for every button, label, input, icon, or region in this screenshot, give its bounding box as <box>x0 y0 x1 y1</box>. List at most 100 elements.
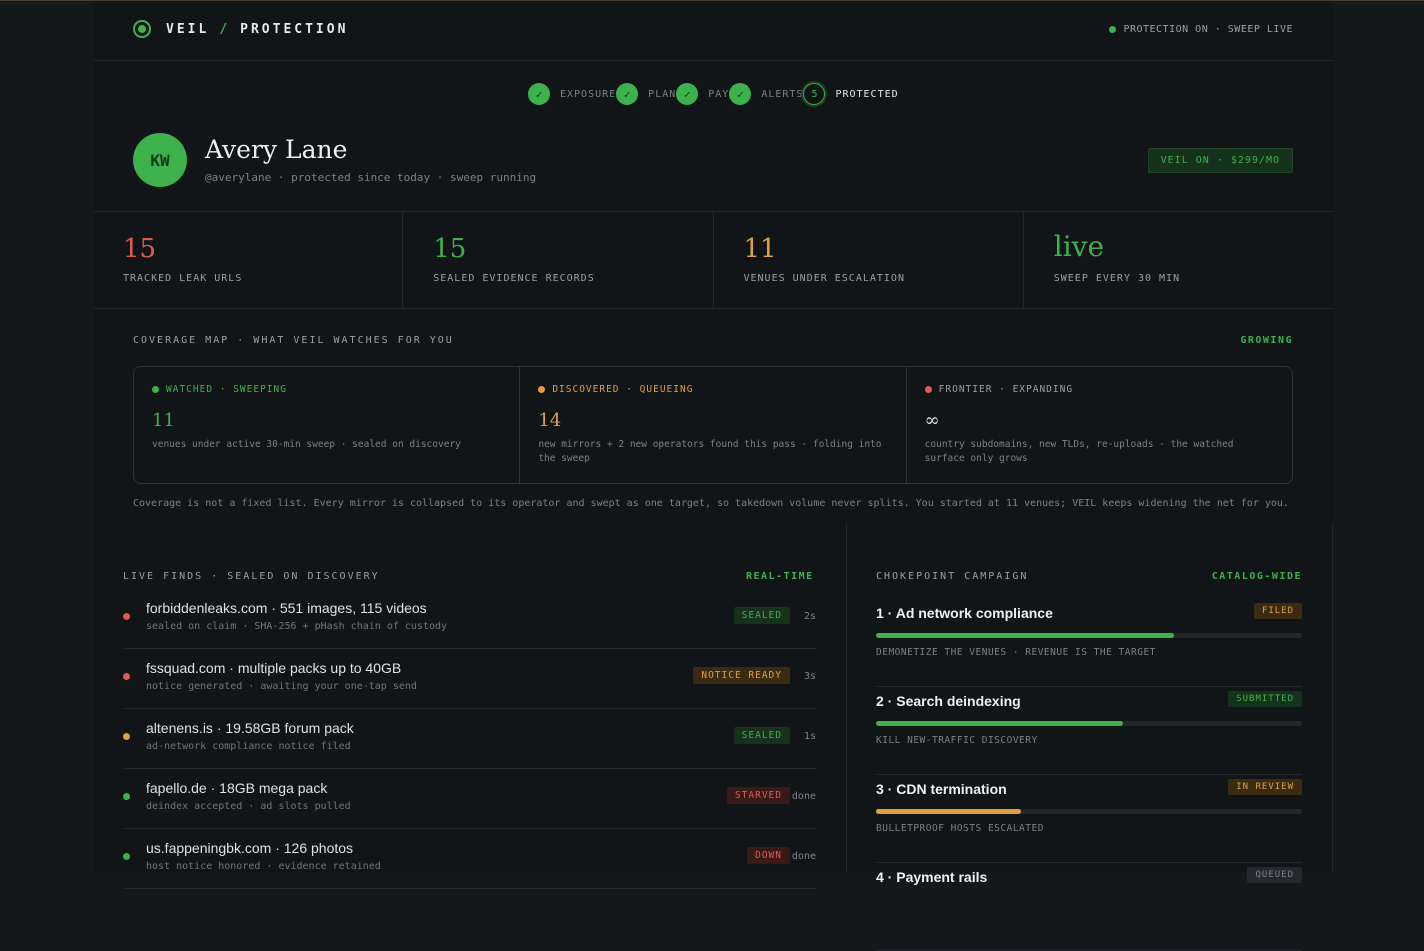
stat-label: SEALED EVIDENCE RECORDS <box>433 273 595 284</box>
status-badge: FILED <box>1253 603 1302 619</box>
list-item[interactable]: altenens.is · 19.58GB forum pack ad-netw… <box>123 709 816 769</box>
step-plan[interactable]: ✓ PLAN <box>616 83 676 105</box>
protection-status: PROTECTION ON · SWEEP LIVE <box>1109 24 1293 35</box>
stat-label: TRACKED LEAK URLS <box>123 273 243 284</box>
coverage-note: Coverage is not a fixed list. Every mirr… <box>133 498 1289 509</box>
stat-value: 15 <box>433 234 467 264</box>
status-dot-icon <box>123 793 130 800</box>
plan-badge[interactable]: VEIL ON · $299/MO <box>1147 148 1293 173</box>
find-time: 2s <box>803 611 816 622</box>
progress-bar <box>876 721 1302 726</box>
coverage-value: 11 <box>152 410 175 431</box>
find-title: forbiddenleaks.com · 551 images, 115 vid… <box>146 600 427 616</box>
find-subtitle: deindex accepted · ad slots pulled <box>146 801 351 812</box>
find-title: altenens.is · 19.58GB forum pack <box>146 720 354 736</box>
coverage-desc: venues under active 30-min sweep · seale… <box>152 439 461 450</box>
campaign-item-title: 1 · Ad network compliance <box>876 605 1053 621</box>
step-pay[interactable]: ✓ PAY <box>676 83 729 105</box>
step-exposure[interactable]: ✓ EXPOSURE <box>528 83 616 105</box>
campaign-item-subtitle: BULLETPROOF HOSTS ESCALATED <box>876 823 1044 834</box>
status-badge: SUBMITTED <box>1228 691 1302 707</box>
campaign-item-subtitle: DEMONETIZE THE VENUES · REVENUE IS THE T… <box>876 647 1156 658</box>
coverage-desc: new mirrors + 2 new operators found this… <box>538 439 882 464</box>
status-dot-icon <box>123 853 130 860</box>
list-item[interactable]: fssquad.com · multiple packs up to 40GB … <box>123 649 816 709</box>
coverage-header-text: DISCOVERED · QUEUEING <box>552 384 694 395</box>
status-dot-icon <box>123 613 130 620</box>
page: VEIL / PROTECTION PROTECTION ON · SWEEP LI… <box>0 0 1424 951</box>
status-dot-icon <box>123 733 130 740</box>
step-label: PLAN <box>648 88 677 100</box>
live-finds-list: forbiddenleaks.com · 551 images, 115 vid… <box>123 589 816 889</box>
progress-fill <box>876 633 1175 638</box>
avatar: KW <box>133 133 187 187</box>
coverage-tag: GROWING <box>1240 335 1293 346</box>
step-protected[interactable]: 5 PROTECTED <box>803 83 898 105</box>
stat-label: SWEEP EVERY 30 MIN <box>1053 273 1181 284</box>
stat-value: 11 <box>743 234 777 264</box>
live-finds-tag: REAL-TIME <box>746 571 814 582</box>
find-title: us.fappeningbk.com · 126 photos <box>146 840 354 856</box>
progress-fill <box>876 809 1021 814</box>
stat-label: VENUES UNDER ESCALATION <box>743 273 905 284</box>
find-time: done <box>791 851 816 862</box>
progress-fill <box>876 721 1124 726</box>
find-subtitle: ad-network compliance notice filed <box>146 741 351 752</box>
coverage-watched[interactable]: WATCHED · SWEEPING 11 venues under activ… <box>134 367 521 483</box>
coverage-value: ∞ <box>924 410 940 431</box>
find-title: fapello.de · 18GB mega pack <box>146 780 328 796</box>
campaign-item-title: 3 · CDN termination <box>876 781 1007 797</box>
column-divider <box>1332 523 1333 872</box>
check-icon: ✓ <box>676 83 699 105</box>
status-dot-icon <box>924 386 932 393</box>
check-icon: ✓ <box>616 83 639 105</box>
stat-value: 15 <box>123 234 157 264</box>
stat-venues-escalation: 11 VENUES UNDER ESCALATION <box>714 212 1024 308</box>
step-alerts[interactable]: ✓ ALERTS <box>729 83 803 105</box>
coverage-value: 14 <box>538 410 562 431</box>
stat-value: live <box>1053 230 1105 263</box>
stat-sweep: live SWEEP EVERY 30 MIN <box>1024 212 1333 308</box>
status-dot-icon <box>123 673 130 680</box>
coverage-title: COVERAGE MAP · WHAT VEIL WATCHES FOR YOU <box>133 335 454 346</box>
coverage-header: DISCOVERED · QUEUEING <box>538 384 693 395</box>
progress-bar <box>876 633 1302 638</box>
campaign-item[interactable]: 2 · Search deindexing SUBMITTED KILL NEW… <box>876 687 1302 775</box>
brand-separator: / <box>219 22 231 37</box>
status-badge: NOTICE READY <box>693 667 790 684</box>
status-dot-icon <box>538 386 546 393</box>
list-item[interactable]: us.fappeningbk.com · 126 photos host not… <box>123 829 816 889</box>
find-subtitle: notice generated · awaiting your one-tap… <box>146 681 417 692</box>
profile-name: Avery Lane <box>205 135 348 164</box>
step-label: PROTECTED <box>835 88 899 100</box>
status-badge: SEALED <box>733 727 790 744</box>
coverage-frontier[interactable]: FRONTIER · EXPANDING ∞ country subdomain… <box>907 367 1292 483</box>
campaign-tag: CATALOG-WIDE <box>1211 571 1302 582</box>
campaign-item[interactable]: 4 · Payment rails QUEUED <box>876 863 1302 951</box>
campaign-item-title: 4 · Payment rails <box>876 869 988 885</box>
coverage-discovered[interactable]: DISCOVERED · QUEUEING 14 new mirrors + 2… <box>520 367 907 483</box>
check-icon: ✓ <box>729 83 752 105</box>
step-label: EXPOSURE <box>560 88 617 100</box>
coverage-header-text: FRONTIER · EXPANDING <box>938 384 1074 395</box>
campaign-item[interactable]: 3 · CDN termination IN REVIEW BULLETPROO… <box>876 775 1302 863</box>
column-divider <box>846 523 847 872</box>
step-label: PAY <box>708 88 730 100</box>
status-dot-icon <box>152 386 159 393</box>
coverage-desc: country subdomains, new TLDs, re-uploads… <box>924 439 1234 464</box>
live-finds-title: LIVE FINDS · SEALED ON DISCOVERY <box>123 571 380 582</box>
onboarding-stepper: ✓ EXPOSURE ✓ PLAN ✓ PAY ✓ ALERTS 5 PROTE… <box>528 83 899 105</box>
campaign-item[interactable]: 1 · Ad network compliance FILED DEMONETI… <box>876 599 1302 687</box>
list-item[interactable]: fapello.de · 18GB mega pack deindex acce… <box>123 769 816 829</box>
progress-bar <box>876 809 1302 814</box>
list-item[interactable]: forbiddenleaks.com · 551 images, 115 vid… <box>123 589 816 649</box>
brand-title[interactable]: VEIL / PROTECTION <box>166 22 348 37</box>
find-subtitle: host notice honored · evidence retained <box>146 861 381 872</box>
campaign-item-subtitle: KILL NEW-TRAFFIC DISCOVERY <box>876 735 1038 746</box>
coverage-header: FRONTIER · EXPANDING <box>924 384 1074 395</box>
stat-tracked-leak-urls: 15 TRACKED LEAK URLS <box>93 212 404 308</box>
coverage-header: WATCHED · SWEEPING <box>152 384 287 395</box>
protection-status-text: PROTECTION ON · SWEEP LIVE <box>1123 24 1293 35</box>
brand-right: PROTECTION <box>240 22 349 37</box>
status-badge: QUEUED <box>1247 867 1302 883</box>
